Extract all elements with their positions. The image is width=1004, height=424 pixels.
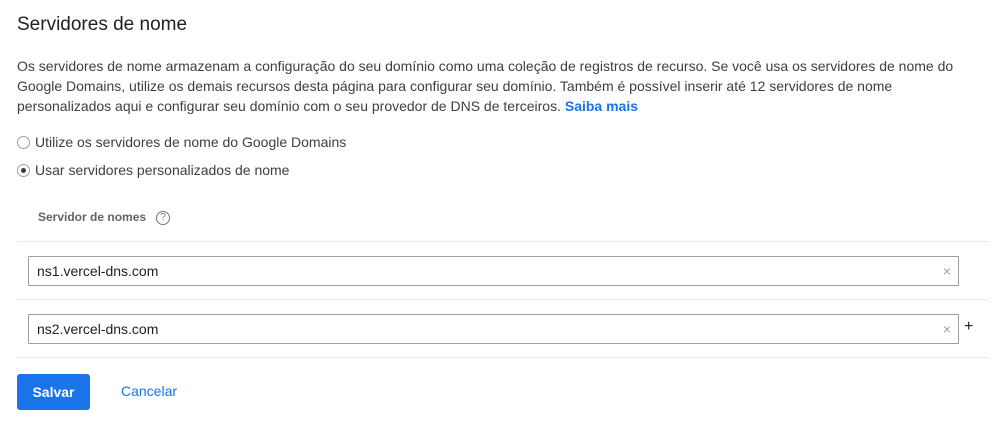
option-google-nameservers[interactable]: Utilize os servidores de nome do Google … [17,134,346,150]
option-custom-label: Usar servidores personalizados de nome [35,162,290,178]
description-text: Os servidores de nome armazenam a config… [17,58,954,114]
nameserver-column-header: Servidor de nomes [38,210,147,224]
nameserver-field-1[interactable]: × [28,256,959,286]
nameserver-field-2[interactable]: × [28,314,959,344]
divider [17,241,989,242]
divider [17,357,989,358]
radio-custom-nameservers[interactable] [17,163,30,177]
clear-icon[interactable]: × [943,321,951,337]
divider [17,299,989,300]
section-description: Os servidores de nome armazenam a config… [17,56,987,116]
nameserver-input-1[interactable] [29,257,917,285]
nameserver-input-2[interactable] [29,315,917,343]
add-nameserver-icon[interactable]: + [964,318,973,336]
cancel-button[interactable]: Cancelar [121,383,177,399]
radio-google-nameservers[interactable] [17,135,30,149]
option-custom-nameservers[interactable]: Usar servidores personalizados de nome [17,162,289,178]
help-icon[interactable]: ? [156,211,170,225]
option-google-label: Utilize os servidores de nome do Google … [35,134,347,150]
save-button[interactable]: Salvar [17,374,90,410]
section-title: Servidores de nome [17,14,188,35]
clear-icon[interactable]: × [943,263,951,279]
learn-more-link[interactable]: Saiba mais [565,98,638,114]
